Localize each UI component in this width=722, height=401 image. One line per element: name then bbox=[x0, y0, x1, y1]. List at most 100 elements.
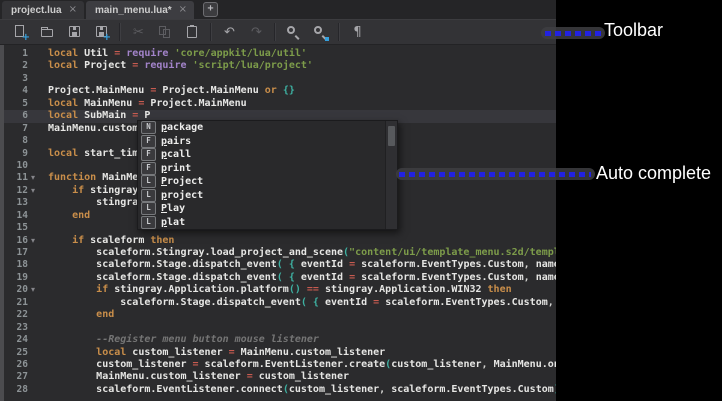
tab-main-menu-lua-[interactable]: main_menu.lua* × bbox=[85, 1, 195, 19]
autocomplete-item[interactable]: Lproject bbox=[138, 188, 397, 203]
token-op: = bbox=[132, 60, 145, 72]
autocomplete-item[interactable]: Fpairs bbox=[138, 134, 397, 149]
save-icon[interactable] bbox=[66, 24, 83, 41]
code-line[interactable]: 23 bbox=[4, 322, 556, 334]
search-icon[interactable] bbox=[285, 24, 302, 41]
line-number: 19 bbox=[16, 271, 28, 283]
open-folder-icon[interactable] bbox=[39, 24, 56, 41]
autocomplete-item[interactable]: Fprint bbox=[138, 161, 397, 176]
tab-close-icon[interactable]: × bbox=[179, 5, 187, 15]
completion-label: package bbox=[161, 122, 204, 134]
token-kw: function bbox=[48, 172, 103, 184]
line-number: 18 bbox=[16, 259, 28, 271]
code-line[interactable]: 1 local Util = require 'core/appkit/lua/u… bbox=[4, 48, 556, 60]
paste-icon[interactable] bbox=[184, 24, 201, 41]
fold-gutter bbox=[28, 123, 48, 135]
cut-icon: ✂ bbox=[133, 24, 144, 40]
code-line[interactable]: 4 Project.MainMenu = Project.MainMenu or … bbox=[4, 85, 556, 97]
code-text: scaleform.EventListener.connect(custom_l… bbox=[48, 384, 556, 396]
fold-gutter bbox=[28, 359, 48, 371]
save-all-icon[interactable]: + bbox=[93, 24, 111, 42]
token-pl: , bbox=[523, 259, 536, 271]
code-line[interactable]: 2 local Project = require 'script/lua/pro… bbox=[4, 60, 556, 72]
undo-icon[interactable]: ↶ bbox=[221, 24, 238, 41]
token-id: MainMenu.custom_listener bbox=[96, 371, 247, 383]
matched-prefix: p bbox=[161, 149, 168, 161]
token-id: eventId bbox=[324, 296, 374, 308]
code-line[interactable]: 16 ▾ if scaleform then bbox=[4, 235, 556, 247]
token-id: stingray.Application.platform bbox=[114, 284, 289, 296]
code-line[interactable]: 20 ▾ if stingray.Application.platform() =… bbox=[4, 284, 556, 296]
toolbar: + + ✂ ↶ ↷ ¶ bbox=[0, 19, 556, 45]
token-req: require bbox=[126, 48, 175, 59]
fold-gutter bbox=[28, 222, 48, 234]
token-op: = bbox=[150, 85, 163, 97]
token-op: = bbox=[192, 358, 205, 370]
completion-label: pcall bbox=[161, 149, 192, 161]
tab-close-icon[interactable]: × bbox=[69, 5, 77, 15]
token-kw: local bbox=[48, 110, 85, 122]
toolbar-divider bbox=[338, 23, 340, 41]
code-line[interactable]: 22 end bbox=[4, 309, 556, 321]
fold-marker-icon[interactable]: ▾ bbox=[28, 284, 48, 296]
autocomplete-item[interactable]: Lplat bbox=[138, 215, 397, 230]
fold-gutter bbox=[28, 60, 48, 72]
token-pl: , bbox=[547, 296, 554, 308]
autocomplete-item[interactable]: Fpcall bbox=[138, 148, 397, 162]
token-op: = bbox=[349, 271, 362, 283]
fold-marker-icon[interactable]: ▾ bbox=[28, 185, 48, 197]
line-number: 15 bbox=[16, 222, 28, 234]
code-line[interactable]: 26 custom_listener = scaleform.EventList… bbox=[4, 359, 556, 371]
fold-marker-icon[interactable]: ▾ bbox=[28, 235, 48, 247]
token-op: = bbox=[114, 48, 127, 59]
token-id: eventId bbox=[300, 271, 350, 283]
code-text: local SubMain = P bbox=[48, 110, 150, 122]
token-id: MainMenu.custom_listener bbox=[240, 346, 386, 358]
token-id: scaleform.EventTypes.Custom bbox=[361, 271, 524, 283]
line-number: 5 bbox=[22, 97, 28, 109]
line-number: 24 bbox=[16, 334, 28, 346]
line-number: 26 bbox=[16, 358, 28, 370]
fold-gutter bbox=[28, 135, 48, 147]
token-id: MainMenu.on_c bbox=[493, 358, 556, 370]
code-line[interactable]: 28 scaleform.EventListener.connect(custo… bbox=[4, 384, 556, 396]
line-number: 14 bbox=[16, 209, 28, 221]
pilcrow-icon[interactable]: ¶ bbox=[349, 24, 366, 41]
token-str: "content/ui/template_menu.s2d/templat bbox=[349, 247, 556, 258]
code-line[interactable]: 5 local MainMenu = Project.MainMenu bbox=[4, 98, 556, 110]
tab-project-lua[interactable]: project.lua × bbox=[2, 1, 84, 19]
line-number: 4 bbox=[22, 85, 28, 97]
token-id: scaleform.Stage.dispatch_event bbox=[120, 296, 301, 308]
search-replace-icon[interactable] bbox=[312, 24, 329, 41]
code-line[interactable]: 17 scaleform.Stingray.load_project_and_s… bbox=[4, 247, 556, 259]
line-number: 8 bbox=[22, 135, 28, 147]
completion-type-badge: L bbox=[141, 215, 156, 229]
autocomplete-item[interactable]: L Play bbox=[138, 202, 397, 216]
code-line[interactable]: 21 scaleform.Stage.dispatch_event( { eve… bbox=[4, 297, 556, 309]
code-text: if scaleform then bbox=[48, 235, 174, 247]
code-line[interactable]: 18 scaleform.Stage.dispatch_event( { eve… bbox=[4, 259, 556, 271]
autocomplete-scrollbar-thumb[interactable] bbox=[388, 126, 395, 146]
code-line[interactable]: 24 --Register menu button mouse listener bbox=[4, 334, 556, 346]
token-op: = bbox=[349, 259, 362, 271]
completion-type-badge: L bbox=[141, 202, 156, 216]
new-tab-button[interactable]: + bbox=[203, 2, 219, 17]
token-br: ( { bbox=[276, 271, 301, 283]
line-number: 17 bbox=[16, 247, 28, 258]
fold-marker-icon[interactable]: ▾ bbox=[28, 172, 48, 184]
token-id: scaleform bbox=[90, 234, 151, 246]
code-text: end bbox=[48, 309, 114, 321]
autocomplete-item[interactable]: L Project bbox=[138, 175, 397, 189]
token-id: scaleform.Stage.dispatch_event bbox=[96, 271, 277, 283]
code-line[interactable]: 3 bbox=[4, 73, 556, 85]
token-id: scaleform.EventTypes.Custom bbox=[361, 259, 524, 271]
code-line[interactable]: 27 MainMenu.custom_listener = custom_lis… bbox=[4, 371, 556, 383]
fold-gutter bbox=[28, 110, 48, 122]
code-line[interactable]: 19 scaleform.Stage.dispatch_event( { eve… bbox=[4, 272, 556, 284]
token-kw: local bbox=[48, 48, 85, 59]
token-kw: local bbox=[48, 97, 85, 109]
new-file-icon[interactable]: + bbox=[12, 24, 30, 42]
code-line[interactable]: 25 local custom_listener = MainMenu.cust… bbox=[4, 347, 556, 359]
autocomplete-item[interactable]: Npackage bbox=[138, 121, 397, 135]
